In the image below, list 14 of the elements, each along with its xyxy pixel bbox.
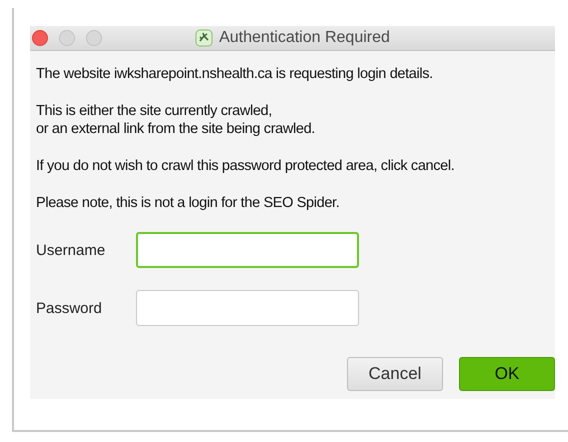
field-label: Username bbox=[36, 242, 106, 258]
close-button[interactable] bbox=[32, 30, 48, 46]
message-text: If you do not wish to crawl this password protected area, click cancel. bbox=[36, 157, 456, 175]
message-text: This is either the site currently crawled, or an external link from the site being crawled. bbox=[36, 102, 316, 138]
field-label: Password bbox=[36, 300, 103, 316]
message-text: The website iwksharepoint.nshealth.ca is requesting login details. bbox=[36, 65, 434, 83]
input-field[interactable] bbox=[136, 232, 359, 268]
input-field[interactable] bbox=[136, 290, 359, 326]
window-title: Authentication Required bbox=[219, 29, 390, 47]
minimize-button[interactable] bbox=[59, 30, 75, 46]
cancel-button[interactable]: Cancel bbox=[347, 357, 443, 391]
message-text: Please note, this is not a login for the SEO Spider. bbox=[36, 194, 340, 212]
zoom-button[interactable] bbox=[86, 30, 102, 46]
ok-button[interactable]: OK bbox=[459, 357, 555, 391]
